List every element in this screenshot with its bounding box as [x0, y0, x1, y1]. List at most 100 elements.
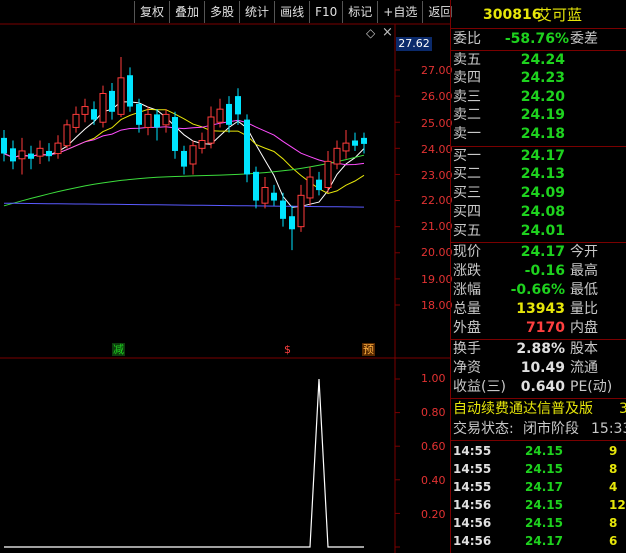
candle-body	[136, 103, 142, 125]
promo-row[interactable]: 自动续费通达信普及版 3	[451, 400, 626, 419]
reduce-holding-marker[interactable]: 减	[112, 343, 125, 356]
candle-body	[316, 179, 322, 191]
trade-row: 14:56 24.17 6	[451, 532, 626, 550]
close-icon[interactable]: ×	[382, 26, 393, 39]
quote-row: 涨跌 -0.16 最高	[451, 262, 626, 281]
quote-value: 13943	[516, 301, 565, 317]
candle-body	[198, 140, 206, 149]
quote-row: 现价 24.17 今开	[451, 243, 626, 262]
quote-label2: 最高	[570, 263, 598, 279]
trade-time: 14:56	[453, 498, 492, 512]
quote-label: 现价	[453, 244, 481, 260]
quote-label2: 量比	[570, 301, 598, 317]
trade-time: 14:55	[453, 462, 492, 476]
stats-label2: 流通	[570, 360, 598, 376]
add-watchlist-button[interactable]: +自选	[377, 1, 422, 23]
ask-row: 卖二 24.19	[451, 106, 626, 125]
quote-value: -0.16	[524, 263, 565, 279]
ask-label: 卖四	[453, 70, 481, 86]
indicator-y-label: 0.60	[421, 440, 446, 453]
bid-row: 买三 24.09	[451, 184, 626, 203]
kline-chart-area[interactable]: 复权 叠加 多股 统计 画线 F10 标记 +自选 返回 ◇ × 27.62 2…	[0, 0, 453, 553]
divider	[451, 28, 626, 29]
candle-body	[253, 171, 259, 201]
candle-body	[216, 108, 224, 123]
quote-label: 总量	[453, 301, 481, 317]
trade-volume: 9	[609, 444, 618, 458]
candle-body	[72, 113, 80, 128]
stats-row: 收益(三) 0.640 PE(动)	[451, 378, 626, 397]
mark-button[interactable]: 标记	[342, 1, 377, 23]
trade-status-value: 闭市阶段	[523, 421, 579, 437]
candle-body	[306, 176, 314, 199]
quote-label2: 今开	[570, 244, 598, 260]
quote-row: 总量 13943 量比	[451, 300, 626, 319]
bid-label: 买三	[453, 185, 481, 201]
trade-status-time: 15:33	[591, 421, 626, 437]
candle-body	[172, 117, 178, 151]
candle-body	[235, 96, 241, 115]
bid-label: 买五	[453, 223, 481, 239]
ask-label: 卖二	[453, 107, 481, 123]
statistics-button[interactable]: 统计	[239, 1, 274, 23]
diamond-icon[interactable]: ◇	[366, 27, 375, 40]
current-price-tag: 27.62	[396, 37, 432, 51]
stats-label: 收益(三)	[453, 379, 506, 395]
trade-price: 24.15	[525, 462, 563, 476]
divider	[451, 398, 626, 399]
y-axis-label: 26.00	[421, 90, 453, 103]
bid-price: 24.08	[520, 204, 565, 220]
y-axis-label: 21.00	[421, 220, 453, 233]
indicator-y-label: 0.20	[421, 508, 446, 521]
bid-row: 买二 24.13	[451, 165, 626, 184]
bid-price: 24.01	[520, 223, 565, 239]
trade-volume: 8	[609, 516, 618, 530]
trade-status-label: 交易状态:	[453, 421, 514, 437]
bid-price: 24.13	[520, 166, 565, 182]
trade-time: 14:56	[453, 534, 492, 548]
candle-body	[261, 187, 269, 204]
candle-body	[81, 106, 89, 115]
stats-row: 换手 2.88% 股本	[451, 340, 626, 359]
candle-body	[46, 150, 52, 157]
candle-body	[91, 109, 97, 120]
stats-label2: 股本	[570, 341, 598, 357]
weicha-label: 委差	[570, 31, 598, 47]
quote-label: 涨跌	[453, 263, 481, 279]
candle-body	[1, 137, 7, 154]
bid-price: 24.17	[520, 148, 565, 164]
candle-body	[333, 147, 341, 165]
trade-row: 14:55 24.15 8	[451, 460, 626, 478]
bid-label: 买一	[453, 148, 481, 164]
promo-tail: 3	[619, 401, 626, 417]
candle-body	[36, 147, 44, 157]
dividend-marker[interactable]: $	[284, 343, 291, 356]
trade-price: 24.15	[525, 498, 563, 512]
stats-value: 2.88%	[516, 341, 565, 357]
quote-row: 外盘 7170 内盘	[451, 319, 626, 338]
f10-button[interactable]: F10	[309, 1, 342, 23]
stats-label2: PE(动)	[570, 379, 613, 395]
trade-row: 14:56 24.15 8	[451, 514, 626, 532]
forecast-marker[interactable]: 预	[362, 343, 375, 356]
overlay-button[interactable]: 叠加	[169, 1, 204, 23]
quote-row: 涨幅 -0.66% 最低	[451, 281, 626, 300]
y-axis-label: 18.00	[421, 299, 453, 312]
stats-value: 0.640	[520, 379, 565, 395]
restore-rights-button[interactable]: 复权	[134, 1, 169, 23]
promo-link[interactable]: 自动续费通达信普及版	[453, 400, 593, 419]
stock-code: 300816	[483, 7, 542, 23]
candle-body	[289, 216, 295, 230]
multi-stock-button[interactable]: 多股	[204, 1, 239, 23]
quote-label2: 最低	[570, 282, 598, 298]
candle-body	[226, 103, 232, 125]
candle-body	[10, 148, 16, 162]
bid-price: 24.09	[520, 185, 565, 201]
trade-volume: 12	[609, 498, 626, 512]
ask-row: 卖五 24.24	[451, 51, 626, 70]
ask-price: 24.18	[520, 126, 565, 142]
draw-line-button[interactable]: 画线	[274, 1, 309, 23]
kline-chart-svg[interactable]	[0, 0, 450, 553]
ask-row: 卖四 24.23	[451, 69, 626, 88]
bid-row: 买四 24.08	[451, 203, 626, 222]
